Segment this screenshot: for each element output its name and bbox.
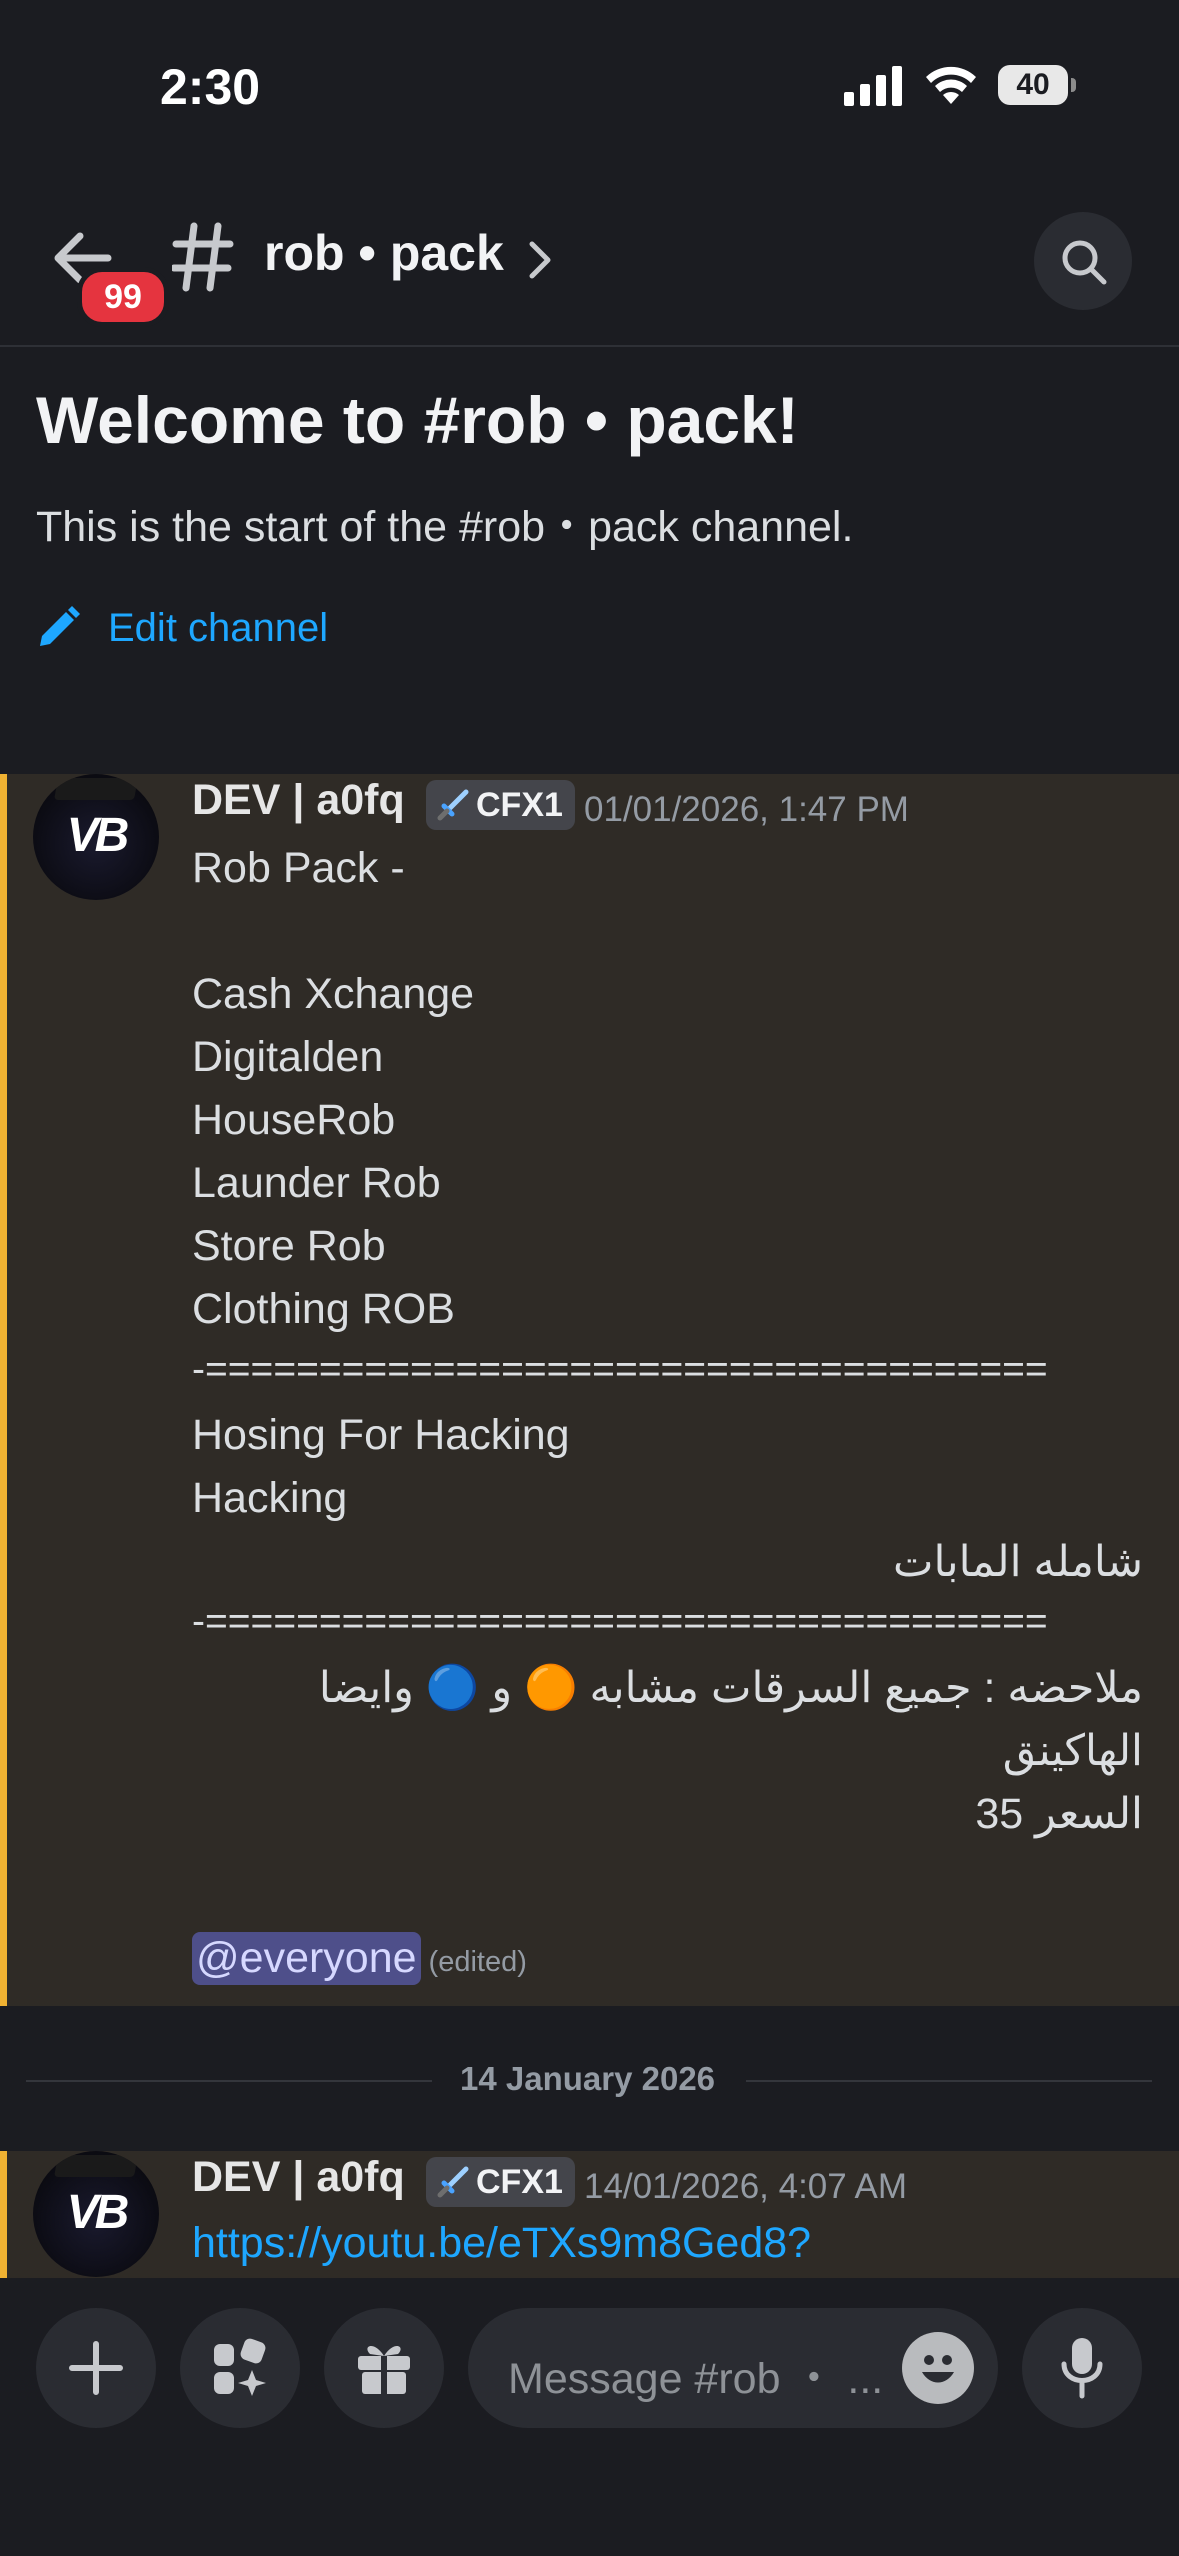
clock: 2:30 bbox=[160, 59, 261, 115]
apps-button[interactable] bbox=[180, 2308, 300, 2428]
message-placeholder: Message #rob ・ ... bbox=[508, 2355, 884, 2403]
pencil-icon bbox=[40, 606, 80, 646]
gift-button[interactable] bbox=[324, 2308, 444, 2428]
username[interactable]: DEV | a0fq bbox=[192, 2153, 405, 2202]
avatar-logo: VB bbox=[66, 2186, 130, 2239]
sword-icon bbox=[437, 2166, 469, 2198]
voice-message-button[interactable] bbox=[1022, 2308, 1142, 2428]
date-divider: 14 January 2026 bbox=[26, 2060, 1152, 2100]
message-line: Hacking bbox=[192, 1474, 348, 1522]
apps-icon bbox=[214, 2338, 266, 2396]
message-line: HouseRob bbox=[192, 1096, 396, 1144]
gift-icon bbox=[358, 2345, 410, 2394]
channel-hash-icon bbox=[172, 222, 234, 292]
highlight-bar bbox=[0, 2151, 7, 2278]
battery-indicator: 40 bbox=[998, 65, 1068, 105]
sword-icon bbox=[437, 789, 469, 821]
microphone-icon bbox=[1061, 2338, 1103, 2399]
add-attachment-button[interactable] bbox=[36, 2308, 156, 2428]
everyone-mention[interactable]: @everyone bbox=[192, 1932, 421, 1985]
edit-channel-label: Edit channel bbox=[108, 606, 329, 650]
message-timestamp: 01/01/2026, 1:47 PM bbox=[584, 790, 909, 829]
avatar-cap bbox=[54, 2155, 138, 2177]
date-label: 14 January 2026 bbox=[460, 2060, 716, 2097]
highlight-bar bbox=[0, 774, 7, 2006]
channel-name[interactable]: rob • pack bbox=[264, 224, 504, 282]
message-line-rtl: السعر 35 bbox=[975, 1790, 1143, 1838]
plus-icon bbox=[69, 2341, 123, 2395]
message-line: Launder Rob bbox=[192, 1159, 441, 1207]
server-tag-label: CFX1 bbox=[476, 2162, 563, 2201]
username[interactable]: DEV | a0fq bbox=[192, 776, 405, 825]
divider-line-left bbox=[26, 2080, 432, 2082]
message-line-rtl: شامله المابات bbox=[893, 1538, 1143, 1586]
unread-badge: 99 bbox=[77, 267, 169, 327]
status-bar: 2:30 40 bbox=[0, 0, 1179, 175]
avatar-cap bbox=[54, 778, 138, 800]
separator-line: -===================================== bbox=[192, 1600, 1048, 1643]
message-line: Clothing ROB bbox=[192, 1285, 455, 1333]
avatar-logo: VB bbox=[66, 809, 130, 862]
message-line: Rob Pack - bbox=[192, 844, 405, 892]
youtube-link[interactable]: https://youtu.be/eTXs9m8Ged8? bbox=[192, 2219, 811, 2268]
battery-tip bbox=[1071, 78, 1076, 92]
message-line: Store Rob bbox=[192, 1222, 386, 1270]
message-line: Hosing For Hacking bbox=[192, 1411, 570, 1459]
welcome-title: Welcome to #rob • pack! bbox=[36, 383, 799, 457]
server-tag[interactable]: CFX1 bbox=[426, 780, 575, 830]
mention-row: @everyone (edited) bbox=[192, 1932, 527, 1985]
message-line: Digitalden bbox=[192, 1033, 384, 1081]
welcome-subtitle: This is the start of the #rob・pack chann… bbox=[36, 503, 854, 551]
search-icon bbox=[1062, 240, 1107, 285]
separator-line: -===================================== bbox=[192, 1348, 1048, 1391]
divider-line-right bbox=[746, 2080, 1152, 2082]
message-timestamp: 14/01/2026, 4:07 AM bbox=[584, 2167, 908, 2206]
message-line-rtl: ملاحضه : جميع السرقات مشابه 🟠 و 🔵 وايضا bbox=[318, 1664, 1143, 1712]
server-tag[interactable]: CFX1 bbox=[426, 2157, 575, 2207]
search-button[interactable] bbox=[1034, 212, 1132, 310]
server-tag-label: CFX1 bbox=[476, 785, 563, 824]
message-line: Cash Xchange bbox=[192, 970, 475, 1018]
smiley-icon bbox=[922, 2355, 954, 2383]
message[interactable]: VB DEV | a0fq CFX1 14/01/2026, 4:07 AM h… bbox=[0, 2151, 1179, 2278]
avatar[interactable]: VB bbox=[33, 774, 159, 900]
message[interactable]: VB DEV | a0fq CFX1 01/01/2026, 1:47 PM R… bbox=[0, 774, 1179, 2006]
message-input[interactable]: Message #rob ・ ... bbox=[468, 2308, 998, 2428]
cellular-signal-icon bbox=[844, 66, 902, 106]
avatar[interactable]: VB bbox=[33, 2151, 159, 2277]
emoji-button[interactable] bbox=[902, 2332, 974, 2404]
message-composer: Message #rob ・ ... bbox=[0, 2278, 1179, 2556]
message-line-rtl: الهاكينق bbox=[1002, 1727, 1143, 1775]
edited-label: (edited) bbox=[428, 1946, 527, 1978]
wifi-icon bbox=[926, 66, 976, 104]
chevron-right-icon[interactable] bbox=[528, 240, 552, 280]
